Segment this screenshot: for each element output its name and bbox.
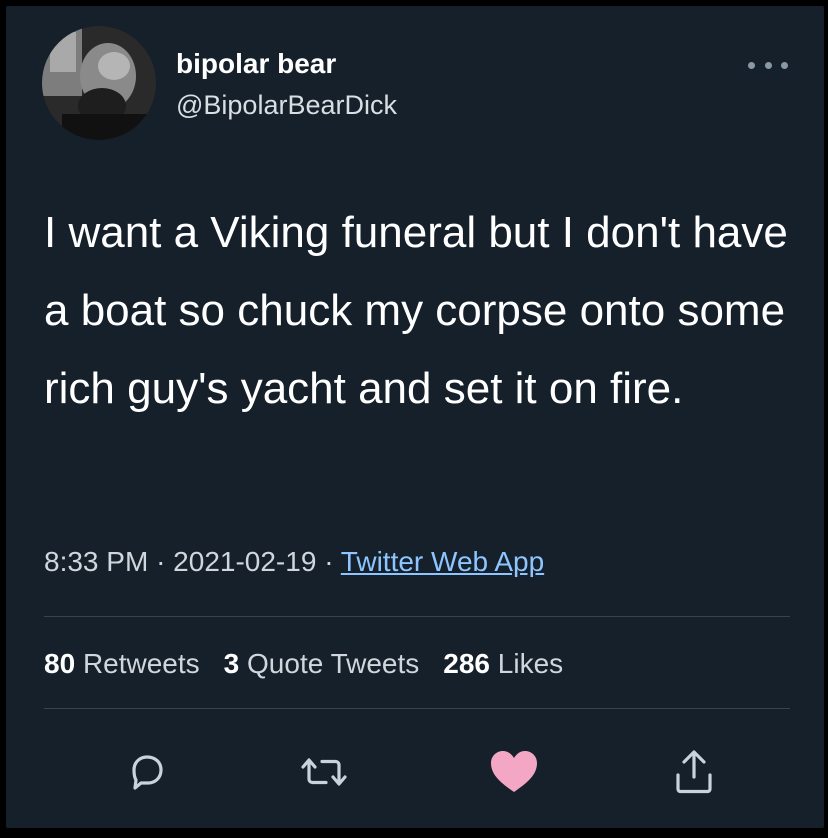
meta-separator: · [324, 546, 334, 577]
quote-tweets-label: Quote Tweets [247, 648, 420, 679]
quote-tweets-stat[interactable]: 3 Quote Tweets [224, 648, 420, 680]
reply-button[interactable] [114, 740, 178, 804]
tweet-date[interactable]: 2021-02-19 [173, 546, 316, 577]
retweets-count: 80 [44, 648, 76, 679]
retweets-label: Retweets [82, 648, 200, 679]
share-button[interactable] [662, 740, 726, 804]
avatar[interactable] [42, 26, 156, 140]
tweet-source-link[interactable]: Twitter Web App [341, 546, 544, 577]
divider [44, 616, 790, 617]
reply-icon [132, 755, 163, 790]
heart-icon [491, 751, 537, 792]
user-handle[interactable]: @BipolarBearDick [176, 90, 397, 121]
more-dot [764, 61, 772, 69]
more-dot [781, 61, 788, 69]
screenshot-frame: bipolar bear @BipolarBearDick I want a V… [0, 0, 828, 838]
meta-separator: · [156, 546, 166, 577]
quote-tweets-count: 3 [223, 648, 240, 679]
display-name[interactable]: bipolar bear [176, 48, 336, 80]
retweets-stat[interactable]: 80 Retweets [44, 648, 200, 680]
like-button[interactable] [482, 740, 546, 804]
share-icon [676, 750, 712, 794]
tweet-text: I want a Viking funeral but I don't have… [44, 208, 788, 413]
likes-label: Likes [497, 648, 564, 679]
divider [44, 708, 790, 709]
likes-stat[interactable]: 286 Likes [443, 648, 563, 680]
more-dot [748, 61, 755, 69]
retweet-button[interactable] [292, 740, 356, 804]
tweet-card: bipolar bear @BipolarBearDick I want a V… [6, 6, 824, 828]
tweet-time[interactable]: 8:33 PM [44, 546, 148, 577]
more-options-icon[interactable] [746, 50, 790, 80]
tweet-metadata: 8:33 PM · 2021-02-19 · Twitter Web App [44, 546, 544, 578]
likes-count: 286 [443, 648, 490, 679]
retweet-icon [301, 758, 347, 786]
engagement-stats: 80 Retweets 3 Quote Tweets 286 Likes [44, 648, 563, 680]
action-bar [6, 732, 824, 812]
